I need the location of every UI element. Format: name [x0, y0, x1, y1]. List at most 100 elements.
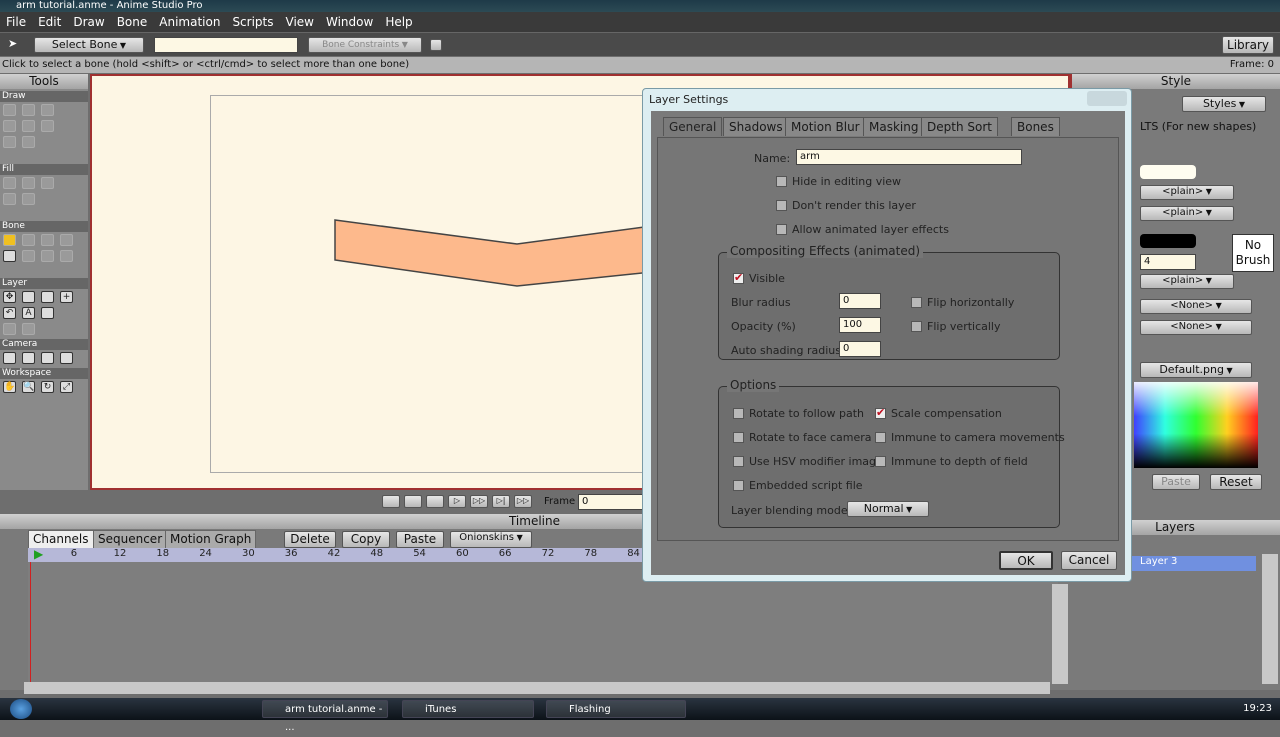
bone-name-input[interactable] [154, 37, 298, 53]
layer-item-selected[interactable]: Layer 3 [1132, 556, 1256, 571]
manipulate-bones-tool-icon[interactable] [22, 250, 35, 262]
pan-hand-icon[interactable]: ✋ [3, 381, 16, 393]
tab-shadows[interactable]: Shadows [723, 117, 789, 136]
tab-masking[interactable]: Masking [863, 117, 925, 136]
freehand-tool-icon[interactable] [22, 120, 35, 132]
paste-button[interactable]: Paste [396, 531, 444, 548]
scale-points-tool-icon[interactable] [41, 104, 54, 116]
layer-name-input[interactable]: arm [796, 149, 1022, 165]
tab-depth-sort[interactable]: Depth Sort [921, 117, 998, 136]
rotate-workspace-icon[interactable]: ↻ [41, 381, 54, 393]
loop-button[interactable]: ▷▷ [514, 495, 532, 508]
tab-bones[interactable]: Bones [1011, 117, 1060, 136]
visible-checkbox[interactable] [733, 271, 744, 284]
cancel-button[interactable]: Cancel [1061, 551, 1117, 570]
tab-sequencer[interactable]: Sequencer [93, 530, 168, 548]
oval-tool-icon[interactable] [3, 136, 16, 148]
dont-render-checkbox[interactable] [776, 200, 787, 211]
play-start-marker-icon[interactable]: ▶ [34, 547, 43, 561]
blur-radius-input[interactable]: 0 [839, 293, 881, 309]
task-itunes[interactable]: iTunes [402, 700, 534, 718]
flip-vertically-checkbox[interactable] [911, 321, 922, 332]
bone-constraints-dropdown[interactable]: Bone Constraints [308, 37, 422, 53]
allow-animated-effects-checkbox[interactable] [776, 224, 787, 235]
reset-style-button[interactable]: Reset [1210, 474, 1262, 490]
opacity-input[interactable]: 100 [839, 317, 881, 333]
rewind-button[interactable] [382, 495, 400, 508]
scale-compensation-checkbox[interactable] [875, 406, 886, 419]
immune-camera-checkbox[interactable] [875, 432, 886, 443]
menu-edit[interactable]: Edit [32, 15, 67, 29]
line-width-input[interactable]: 4 [1140, 254, 1196, 270]
paste-style-button[interactable]: Paste [1152, 474, 1200, 490]
menu-view[interactable]: View [280, 15, 320, 29]
arrow-tool-icon[interactable] [22, 136, 35, 148]
arm-polygon[interactable] [334, 219, 653, 287]
step-forward-button[interactable]: ▷▷ [470, 495, 488, 508]
tab-motion-graph[interactable]: Motion Graph [165, 530, 257, 548]
frame-input[interactable]: 0 [578, 494, 644, 510]
bone-strength-tool-icon[interactable] [3, 250, 16, 262]
library-button[interactable]: Library [1222, 36, 1274, 54]
delete-edge-tool-icon[interactable] [3, 193, 16, 205]
add-bone-tool-icon[interactable] [41, 234, 54, 246]
zoom-camera-tool-icon[interactable] [22, 352, 35, 364]
menu-file[interactable]: File [0, 15, 32, 29]
hsv-modifier-checkbox[interactable] [733, 456, 744, 467]
translate-bone-tool-icon[interactable] [22, 234, 35, 246]
rotate-xy-tool-icon[interactable]: ↶ [3, 307, 16, 319]
shear-layer-tool-icon[interactable]: A [22, 307, 35, 319]
ok-button[interactable]: OK [999, 551, 1053, 570]
step-back-button[interactable] [404, 495, 422, 508]
rotate-points-tool-icon[interactable] [3, 120, 16, 132]
task-anime-studio[interactable]: arm tutorial.anme - ... [262, 700, 388, 733]
menu-animation[interactable]: Animation [153, 15, 226, 29]
menu-window[interactable]: Window [320, 15, 379, 29]
auto-shading-input[interactable]: 0 [839, 341, 881, 357]
scale-layer-tool-icon[interactable] [41, 291, 54, 303]
task-flashing[interactable]: Flashing [546, 700, 686, 718]
onionskins-dropdown[interactable]: Onionskins [450, 531, 532, 548]
play-back-button[interactable] [426, 495, 444, 508]
set-origin-tool-icon[interactable]: ✥ [3, 291, 16, 303]
rotate-follow-path-checkbox[interactable] [733, 408, 744, 419]
shape-effect2-dropdown[interactable]: <None> [1140, 320, 1252, 335]
line-width-tool-icon[interactable] [22, 193, 35, 205]
tab-motion-blur[interactable]: Motion Blur [785, 117, 866, 136]
fill-effect2-dropdown[interactable]: <plain> [1140, 206, 1234, 221]
bind-points-tool-icon[interactable] [60, 250, 73, 262]
brush-button[interactable]: No Brush [1232, 234, 1274, 272]
color-palette[interactable] [1134, 382, 1258, 468]
line-color-swatch[interactable] [1140, 234, 1196, 248]
select-shape-tool-icon[interactable] [3, 177, 16, 189]
palette-dropdown[interactable]: Default.png [1140, 362, 1252, 378]
line-effect-dropdown[interactable]: <plain> [1140, 274, 1234, 289]
add-point-tool-icon[interactable] [3, 104, 16, 116]
pan-tilt-camera-tool-icon[interactable] [60, 352, 73, 364]
create-shape-tool-icon[interactable] [22, 177, 35, 189]
fill-color-swatch[interactable] [1140, 165, 1196, 179]
playhead[interactable] [30, 562, 31, 684]
immune-dof-checkbox[interactable] [875, 456, 886, 467]
flip-layer-tool-icon[interactable] [41, 307, 54, 319]
tab-general[interactable]: General [663, 117, 723, 136]
menu-bone[interactable]: Bone [111, 15, 154, 29]
track-camera-tool-icon[interactable] [3, 352, 16, 364]
rotate-face-camera-checkbox[interactable] [733, 432, 744, 443]
tab-channels[interactable]: Channels [28, 530, 94, 548]
reparent-bone-tool-icon[interactable] [60, 234, 73, 246]
zoom-icon[interactable]: 🔍 [22, 381, 35, 393]
embedded-script-checkbox[interactable] [733, 480, 744, 491]
timeline-vertical-scrollbar[interactable] [1052, 584, 1068, 684]
dialog-close-button[interactable] [1087, 91, 1127, 106]
flip-horizontally-checkbox[interactable] [911, 297, 922, 308]
styles-dropdown[interactable]: Styles [1182, 96, 1266, 112]
shape-effect-dropdown[interactable]: <None> [1140, 299, 1252, 314]
translate-layer-tool-icon[interactable] [22, 291, 35, 303]
toolbar-checkbox[interactable] [430, 39, 442, 51]
fill-effect-dropdown[interactable]: <plain> [1140, 185, 1234, 200]
hide-in-editing-checkbox[interactable] [776, 176, 787, 187]
menu-help[interactable]: Help [379, 15, 418, 29]
select-bone-tool-icon[interactable] [3, 234, 16, 246]
timeline-horizontal-scrollbar[interactable] [24, 682, 1050, 694]
